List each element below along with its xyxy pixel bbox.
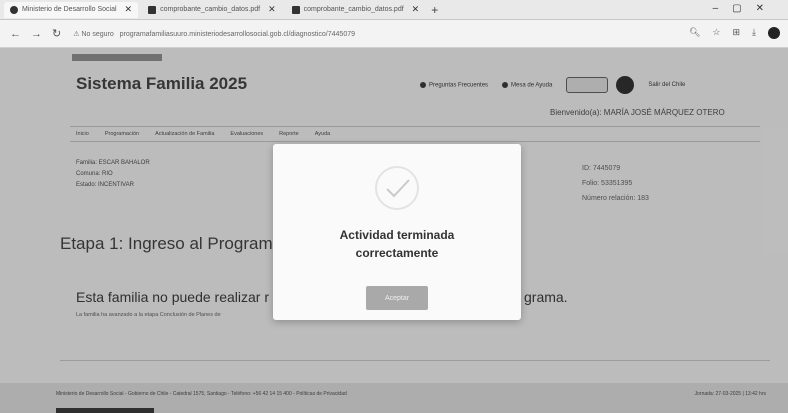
modal-title: Actividad terminada correctamente (339, 228, 455, 260)
download-icon[interactable]: ⤓ (752, 27, 756, 39)
site-favicon-icon (10, 5, 18, 14)
extensions-icon[interactable]: ⊞ (732, 27, 740, 39)
close-tab-icon[interactable]: ✕ (268, 4, 276, 15)
browser-tab-2[interactable]: comprobante_cambio_datos.pdf ✕ (142, 2, 282, 18)
close-tab-icon[interactable]: ✕ (125, 4, 133, 15)
url-field[interactable]: ⚠ No seguro programafamiliasuuro.ministe… (73, 30, 355, 38)
security-label: No seguro (81, 30, 114, 38)
new-tab-icon[interactable]: + (431, 3, 438, 17)
insecure-warning-icon: ⚠ (73, 30, 80, 38)
success-check-icon (375, 166, 419, 210)
accept-button[interactable]: Aceptar (366, 286, 428, 310)
forward-icon[interactable]: → (31, 28, 42, 40)
url-text: programafamiliasuuro.ministeriodesarroll… (119, 30, 355, 38)
pdf-favicon-icon (148, 5, 157, 14)
zoom-icon[interactable]: 🔍︎ (689, 27, 700, 39)
browser-toolbar: 🔍︎ ☆ ⊞ ⤓ (689, 27, 780, 39)
tab-label: comprobante_cambio_datos.pdf (160, 6, 261, 13)
browser-tab-3[interactable]: comprobante_cambio_datos.pdf ✕ (286, 2, 426, 18)
bookmark-star-icon[interactable]: ☆ (712, 27, 720, 39)
tab-label: Ministerio de Desarrollo Social (22, 6, 117, 13)
back-icon[interactable]: ← (10, 28, 21, 40)
pdf-favicon-icon (291, 5, 300, 14)
browser-tabbar: Ministerio de Desarrollo Social ✕ compro… (0, 0, 788, 20)
success-modal: Actividad terminada correctamente Acepta… (273, 144, 521, 320)
profile-avatar[interactable] (768, 27, 780, 39)
reload-icon[interactable]: ↻ (52, 27, 61, 40)
browser-tab-1[interactable]: Ministerio de Desarrollo Social ✕ (4, 1, 139, 18)
close-tab-icon[interactable]: ✕ (412, 4, 420, 15)
tab-label: comprobante_cambio_datos.pdf (303, 6, 404, 13)
window-controls[interactable]: –▢✕ (713, 3, 778, 14)
address-bar: ← → ↻ ⚠ No seguro programafamiliasuuro.m… (0, 20, 788, 48)
